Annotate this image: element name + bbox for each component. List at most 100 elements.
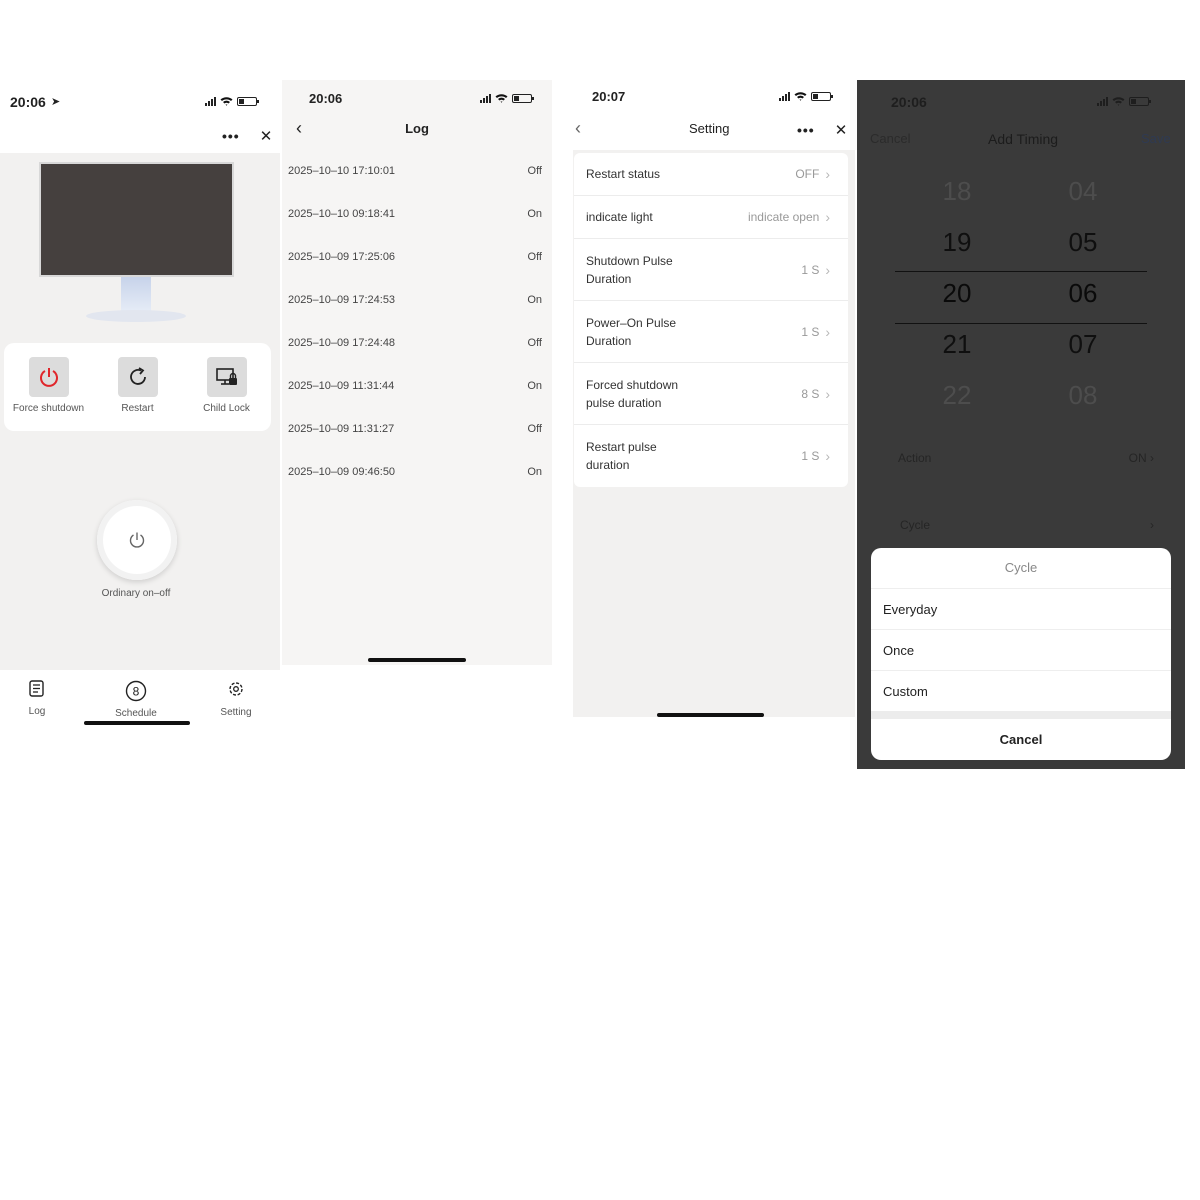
minute-option[interactable]: 07: [1043, 329, 1123, 360]
setting-label: indicate light: [586, 210, 653, 224]
force-shutdown-button[interactable]: Force shutdown: [9, 357, 89, 431]
tab-schedule[interactable]: 8 Schedule: [106, 680, 166, 719]
log-state: On: [527, 466, 542, 478]
setting-value: 1 S: [801, 262, 820, 277]
chevron-right-icon: ›: [825, 166, 830, 182]
child-lock-icon: [215, 368, 237, 385]
signal-icon: [480, 93, 491, 103]
power-icon: [129, 532, 145, 548]
chevron-right-icon: ›: [825, 385, 830, 402]
setting-screen: 20:07 ‹ Setting ••• ✕ Restart status OFF…: [573, 80, 855, 717]
cancel-link[interactable]: Cancel: [870, 131, 910, 146]
back-chevron-icon[interactable]: ‹: [575, 118, 581, 139]
setting-label-line: Duration: [586, 333, 632, 348]
tab-setting[interactable]: Setting: [206, 680, 266, 718]
svg-text:8: 8: [133, 685, 140, 699]
sheet-cancel-button[interactable]: Cancel: [871, 719, 1171, 760]
monitor-base: [86, 310, 186, 322]
bottom-tab-bar: Log 8 Schedule Setting: [0, 670, 280, 740]
restart-icon-box: [117, 357, 158, 397]
close-icon[interactable]: ✕: [835, 121, 848, 139]
log-state: On: [527, 208, 542, 220]
minute-option[interactable]: 04: [1043, 176, 1123, 207]
setting-row-forced-shutdown-pulse[interactable]: Forced shutdown pulse duration 8 S ›: [574, 363, 848, 425]
hour-option[interactable]: 18: [917, 176, 997, 207]
restart-icon: [129, 367, 146, 385]
setting-row-restart-pulse[interactable]: Restart pulse duration 1 S ›: [574, 425, 848, 487]
wifi-icon: [1112, 97, 1125, 106]
minute-picker[interactable]: 04 05 06 07 08: [1043, 176, 1123, 416]
hour-option[interactable]: 21: [917, 329, 997, 360]
wifi-icon: [495, 94, 508, 103]
gear-icon: [229, 682, 243, 696]
log-state: Off: [527, 423, 542, 435]
log-entry: 2025–10–09 17:25:06 Off: [288, 251, 542, 271]
force-shutdown-icon-box: [28, 357, 69, 397]
sheet-separator: [871, 711, 1171, 719]
cycle-row[interactable]: Cycle ›: [900, 518, 1154, 532]
log-icon: [29, 680, 44, 697]
tab-log-label: Log: [28, 706, 46, 717]
setting-value: OFF: [795, 167, 820, 181]
power-icon: [39, 368, 58, 387]
ordinary-power-button[interactable]: [97, 500, 177, 580]
hour-picker[interactable]: 18 19 20 21 22: [917, 176, 997, 416]
minute-option[interactable]: 05: [1043, 227, 1123, 258]
setting-label-line: Duration: [586, 271, 632, 286]
location-arrow-icon: ➤: [51, 96, 61, 108]
hour-option[interactable]: 22: [917, 380, 997, 411]
log-entry: 2025–10–09 17:24:48 Off: [288, 337, 542, 357]
child-lock-icon-box: [206, 357, 247, 397]
wifi-icon: [794, 92, 807, 101]
log-state: Off: [527, 165, 542, 177]
minute-selected[interactable]: 06: [1043, 278, 1123, 309]
setting-label: Forced shutdown pulse duration: [586, 376, 678, 412]
cycle-option-everyday[interactable]: Everyday: [871, 588, 1171, 629]
restart-button[interactable]: Restart: [98, 357, 178, 431]
log-screen: 20:06 ‹ Log 2025–10–10 17:10:01 Off 2025–…: [282, 80, 552, 665]
signal-icon: [779, 91, 790, 101]
action-row[interactable]: Action ON ›: [898, 451, 1154, 465]
tab-schedule-label: Schedule: [115, 708, 157, 719]
more-icon[interactable]: •••: [797, 122, 815, 138]
hour-option[interactable]: 19: [917, 227, 997, 258]
save-link[interactable]: Save: [1141, 131, 1171, 146]
chevron-right-icon: ›: [1150, 518, 1154, 532]
sheet-title: Cycle: [1004, 560, 1038, 575]
setting-row-indicate-light[interactable]: indicate light indicate open ›: [574, 196, 848, 239]
power-button-label: Ordinary on–off: [101, 588, 171, 599]
setting-label-line: Restart pulse: [586, 440, 657, 454]
setting-value: indicate open: [747, 210, 820, 224]
chevron-right-icon: ›: [825, 448, 830, 464]
setting-row-power-on-pulse[interactable]: Power–On Pulse Duration 1 S ›: [574, 301, 848, 363]
tab-log[interactable]: Log: [7, 680, 67, 717]
wifi-icon: [220, 97, 233, 106]
log-timestamp: 2025–10–09 09:46:50: [288, 466, 396, 478]
cycle-option-custom[interactable]: Custom: [871, 670, 1171, 711]
status-time: 20:06: [10, 94, 46, 110]
schedule-icon: 8: [125, 680, 147, 702]
close-icon[interactable]: ✕: [260, 127, 273, 145]
log-entry: 2025–10–09 11:31:44 On: [288, 380, 542, 400]
setting-label-line: pulse duration: [586, 395, 662, 410]
log-timestamp: 2025–10–09 17:24:53: [288, 294, 396, 306]
log-state: On: [527, 294, 542, 306]
setting-label-line: Forced shutdown: [586, 377, 679, 392]
battery-icon: [1129, 96, 1151, 106]
status-bar: 20:06 ➤: [0, 80, 280, 124]
setting-row-shutdown-pulse[interactable]: Shutdown Pulse Duration 1 S ›: [574, 239, 848, 301]
signal-icon: [205, 96, 216, 106]
setting-row-restart-status[interactable]: Restart status OFF ›: [574, 153, 848, 196]
child-lock-button[interactable]: Child Lock: [187, 357, 267, 431]
tab-setting-label: Setting: [220, 707, 252, 718]
cycle-option-once[interactable]: Once: [871, 629, 1171, 670]
action-value: ON: [1128, 451, 1147, 465]
chevron-right-icon: ›: [1150, 451, 1154, 465]
setting-label-line: duration: [586, 458, 630, 472]
add-timing-screen: 20:06 Cancel Add Timing Save 18 19 20 21…: [857, 80, 1185, 769]
home-indicator: [368, 658, 466, 662]
status-bar: 20:06: [857, 80, 1185, 124]
minute-option[interactable]: 08: [1043, 380, 1123, 411]
more-icon[interactable]: •••: [222, 128, 240, 144]
hour-selected[interactable]: 20: [917, 278, 997, 309]
